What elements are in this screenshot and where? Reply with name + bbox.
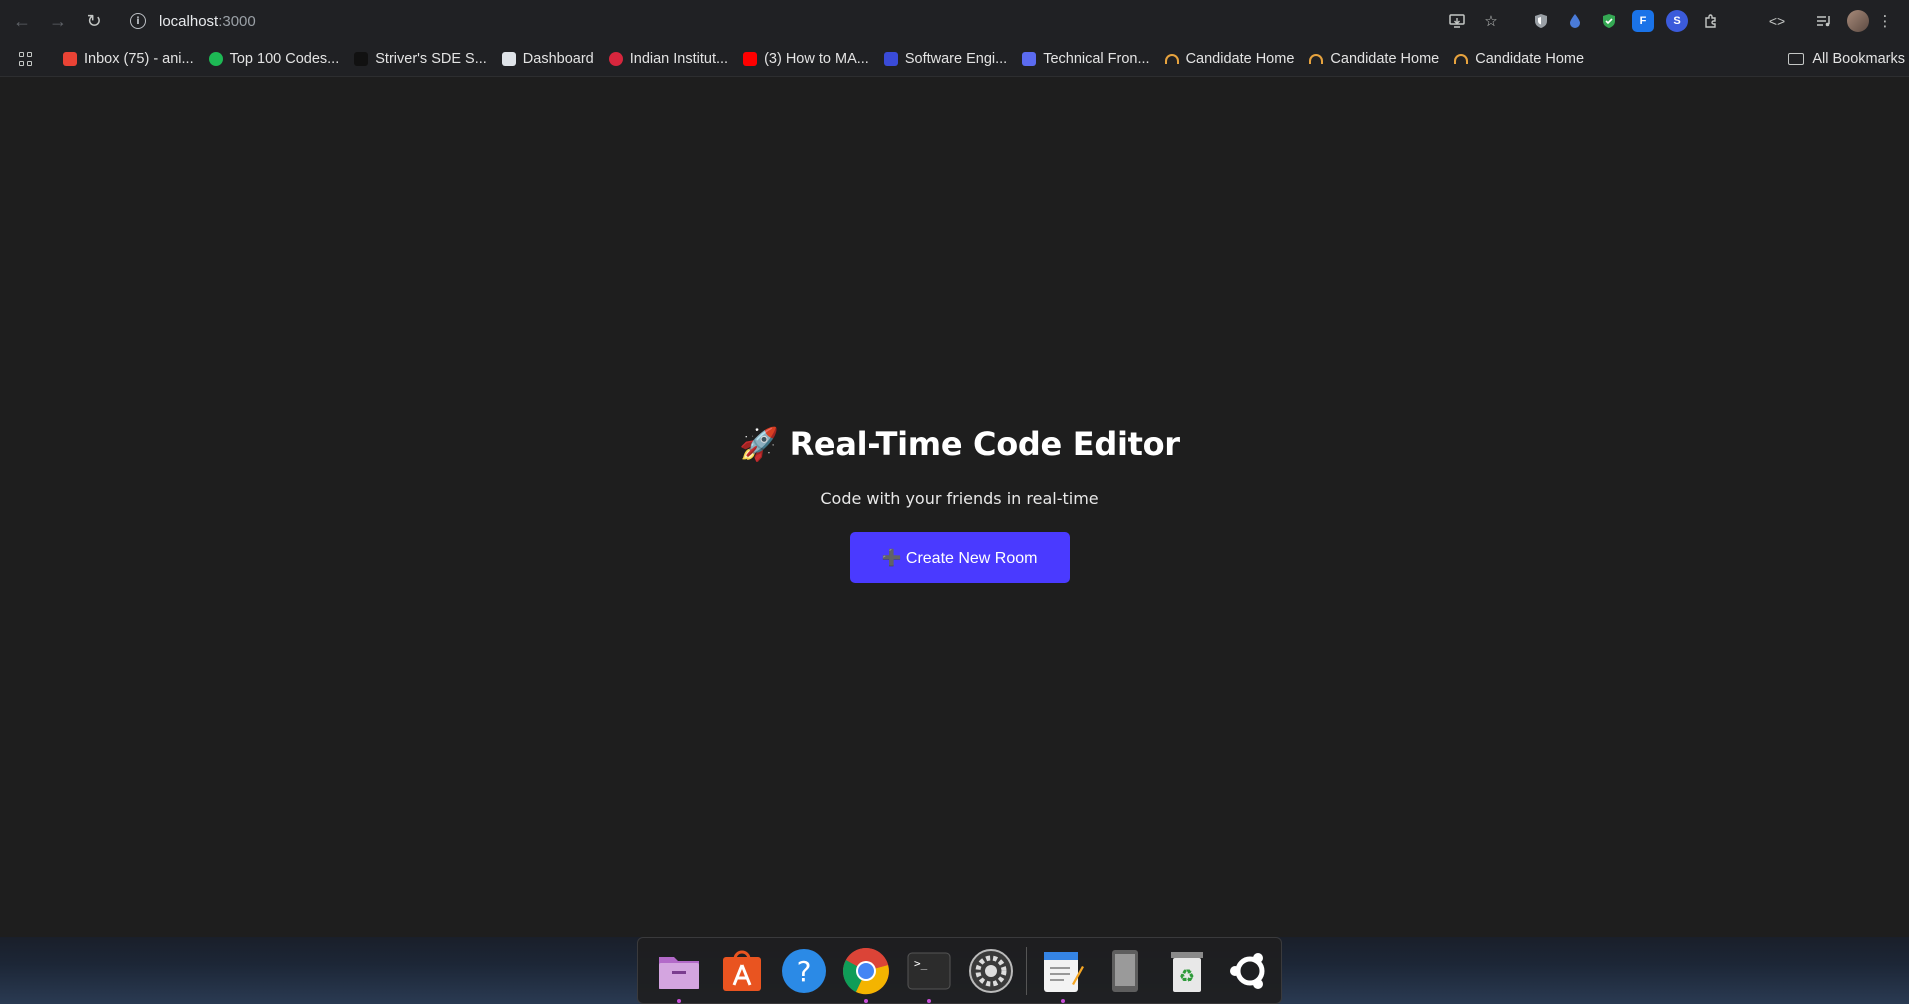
bookmark-label: Candidate Home — [1475, 51, 1585, 67]
page-title: 🚀 Real-Time Code Editor — [739, 425, 1180, 463]
bookmark-label: Candidate Home — [1330, 51, 1440, 67]
url-port: :3000 — [218, 12, 256, 30]
install-app-icon[interactable] — [1443, 7, 1471, 35]
bookmark-item[interactable]: Striver's SDE S... — [348, 45, 493, 73]
back-icon[interactable]: ← — [4, 3, 40, 39]
bookmark-star-icon[interactable]: ☆ — [1477, 7, 1505, 35]
shield-extension-icon[interactable] — [1530, 10, 1552, 32]
bookmark-item[interactable]: Technical Fron... — [1016, 45, 1155, 73]
bookmark-label: Inbox (75) - ani... — [84, 51, 194, 67]
svg-text:?: ? — [797, 955, 812, 988]
svg-text:>_: >_ — [914, 957, 928, 970]
gmail-icon — [63, 52, 77, 66]
bookmark-item[interactable]: Candidate Home — [1448, 45, 1590, 73]
sync-extension-icon[interactable]: S — [1666, 10, 1688, 32]
apps-grid-icon[interactable] — [19, 52, 33, 66]
puzzle-extensions-icon[interactable] — [1700, 10, 1722, 32]
bookmark-item[interactable]: Inbox (75) - ani... — [57, 45, 200, 73]
app-center-icon[interactable] — [717, 946, 765, 996]
bookmark-label: Striver's SDE S... — [375, 51, 487, 67]
candidate-icon — [1454, 54, 1469, 64]
chrome-icon[interactable] — [842, 946, 890, 1003]
terminal-icon[interactable]: >_ — [905, 946, 953, 1003]
coursera-icon — [608, 52, 623, 66]
bookmark-label: Technical Fron... — [1043, 51, 1150, 67]
hero-section: 🚀 Real-Time Code Editor Code with your f… — [0, 425, 1909, 583]
bookmark-label: (3) How to MA... — [764, 51, 869, 67]
bookmark-item[interactable]: Candidate Home — [1159, 45, 1301, 73]
bookmark-item[interactable]: Indian Institut... — [603, 45, 734, 73]
files-icon[interactable] — [655, 946, 703, 1003]
drop-extension-icon[interactable] — [1564, 10, 1586, 32]
dock: ? >_ ♻ — [637, 937, 1282, 1004]
all-bookmarks-label: All Bookmarks — [1812, 51, 1905, 67]
address-bar[interactable]: i localhost:3000 — [126, 7, 1516, 35]
forward-icon[interactable]: → — [40, 3, 76, 39]
devtools-icon[interactable]: <> — [1763, 7, 1791, 35]
candidate-icon — [1164, 54, 1179, 64]
docs-icon — [1022, 52, 1037, 66]
site-info-icon[interactable]: i — [130, 13, 146, 29]
bookmarks-bar: Inbox (75) - ani... Top 100 Codes... Striv… — [0, 42, 1909, 77]
tablet-icon[interactable] — [1101, 946, 1149, 996]
browser-toolbar: ← → ↻ i localhost:3000 ☆ F S <> ⋮ — [0, 0, 1909, 42]
profile-avatar[interactable] — [1847, 10, 1869, 32]
bookmark-item[interactable]: Dashboard — [496, 45, 600, 73]
form-extension-icon[interactable]: F — [1632, 10, 1654, 32]
dock-separator — [1026, 946, 1028, 995]
media-controls-icon[interactable] — [1810, 7, 1838, 35]
tuf-icon — [354, 52, 369, 66]
trash-icon[interactable]: ♻ — [1163, 946, 1211, 996]
svg-text:♻: ♻ — [1179, 966, 1195, 987]
bookmark-item[interactable]: Top 100 Codes... — [203, 45, 346, 73]
bookmark-item[interactable]: Software Engi... — [878, 45, 1013, 73]
guard-extension-icon[interactable] — [1598, 10, 1620, 32]
bookmark-label: Indian Institut... — [629, 51, 729, 67]
menu-kebab-icon[interactable]: ⋮ — [1878, 7, 1893, 35]
url-host: localhost — [159, 12, 219, 30]
ubuntu-icon[interactable] — [1226, 946, 1274, 996]
all-bookmarks-button[interactable]: All Bookmarks — [1788, 42, 1905, 76]
reload-icon[interactable]: ↻ — [76, 3, 112, 39]
folder-icon — [1788, 53, 1805, 65]
youtube-icon — [743, 52, 758, 66]
page-subtitle: Code with your friends in real-time — [820, 489, 1099, 508]
create-room-button[interactable]: ➕ Create New Room — [849, 532, 1070, 583]
bookmark-item[interactable]: (3) How to MA... — [737, 45, 875, 73]
dashboard-icon — [501, 52, 516, 66]
text-editor-icon[interactable] — [1038, 946, 1086, 1003]
settings-icon[interactable] — [967, 946, 1015, 996]
app-page: 🚀 Real-Time Code Editor Code with your f… — [0, 77, 1909, 937]
software-icon — [883, 52, 898, 66]
bookmark-label: Software Engi... — [904, 51, 1008, 67]
bookmark-label: Dashboard — [522, 51, 594, 67]
bookmark-label: Top 100 Codes... — [229, 51, 340, 67]
candidate-icon — [1309, 54, 1324, 64]
bookmark-label: Candidate Home — [1185, 51, 1295, 67]
bookmark-item[interactable]: Candidate Home — [1303, 45, 1445, 73]
help-icon[interactable]: ? — [780, 946, 828, 996]
codes-icon — [208, 52, 223, 66]
